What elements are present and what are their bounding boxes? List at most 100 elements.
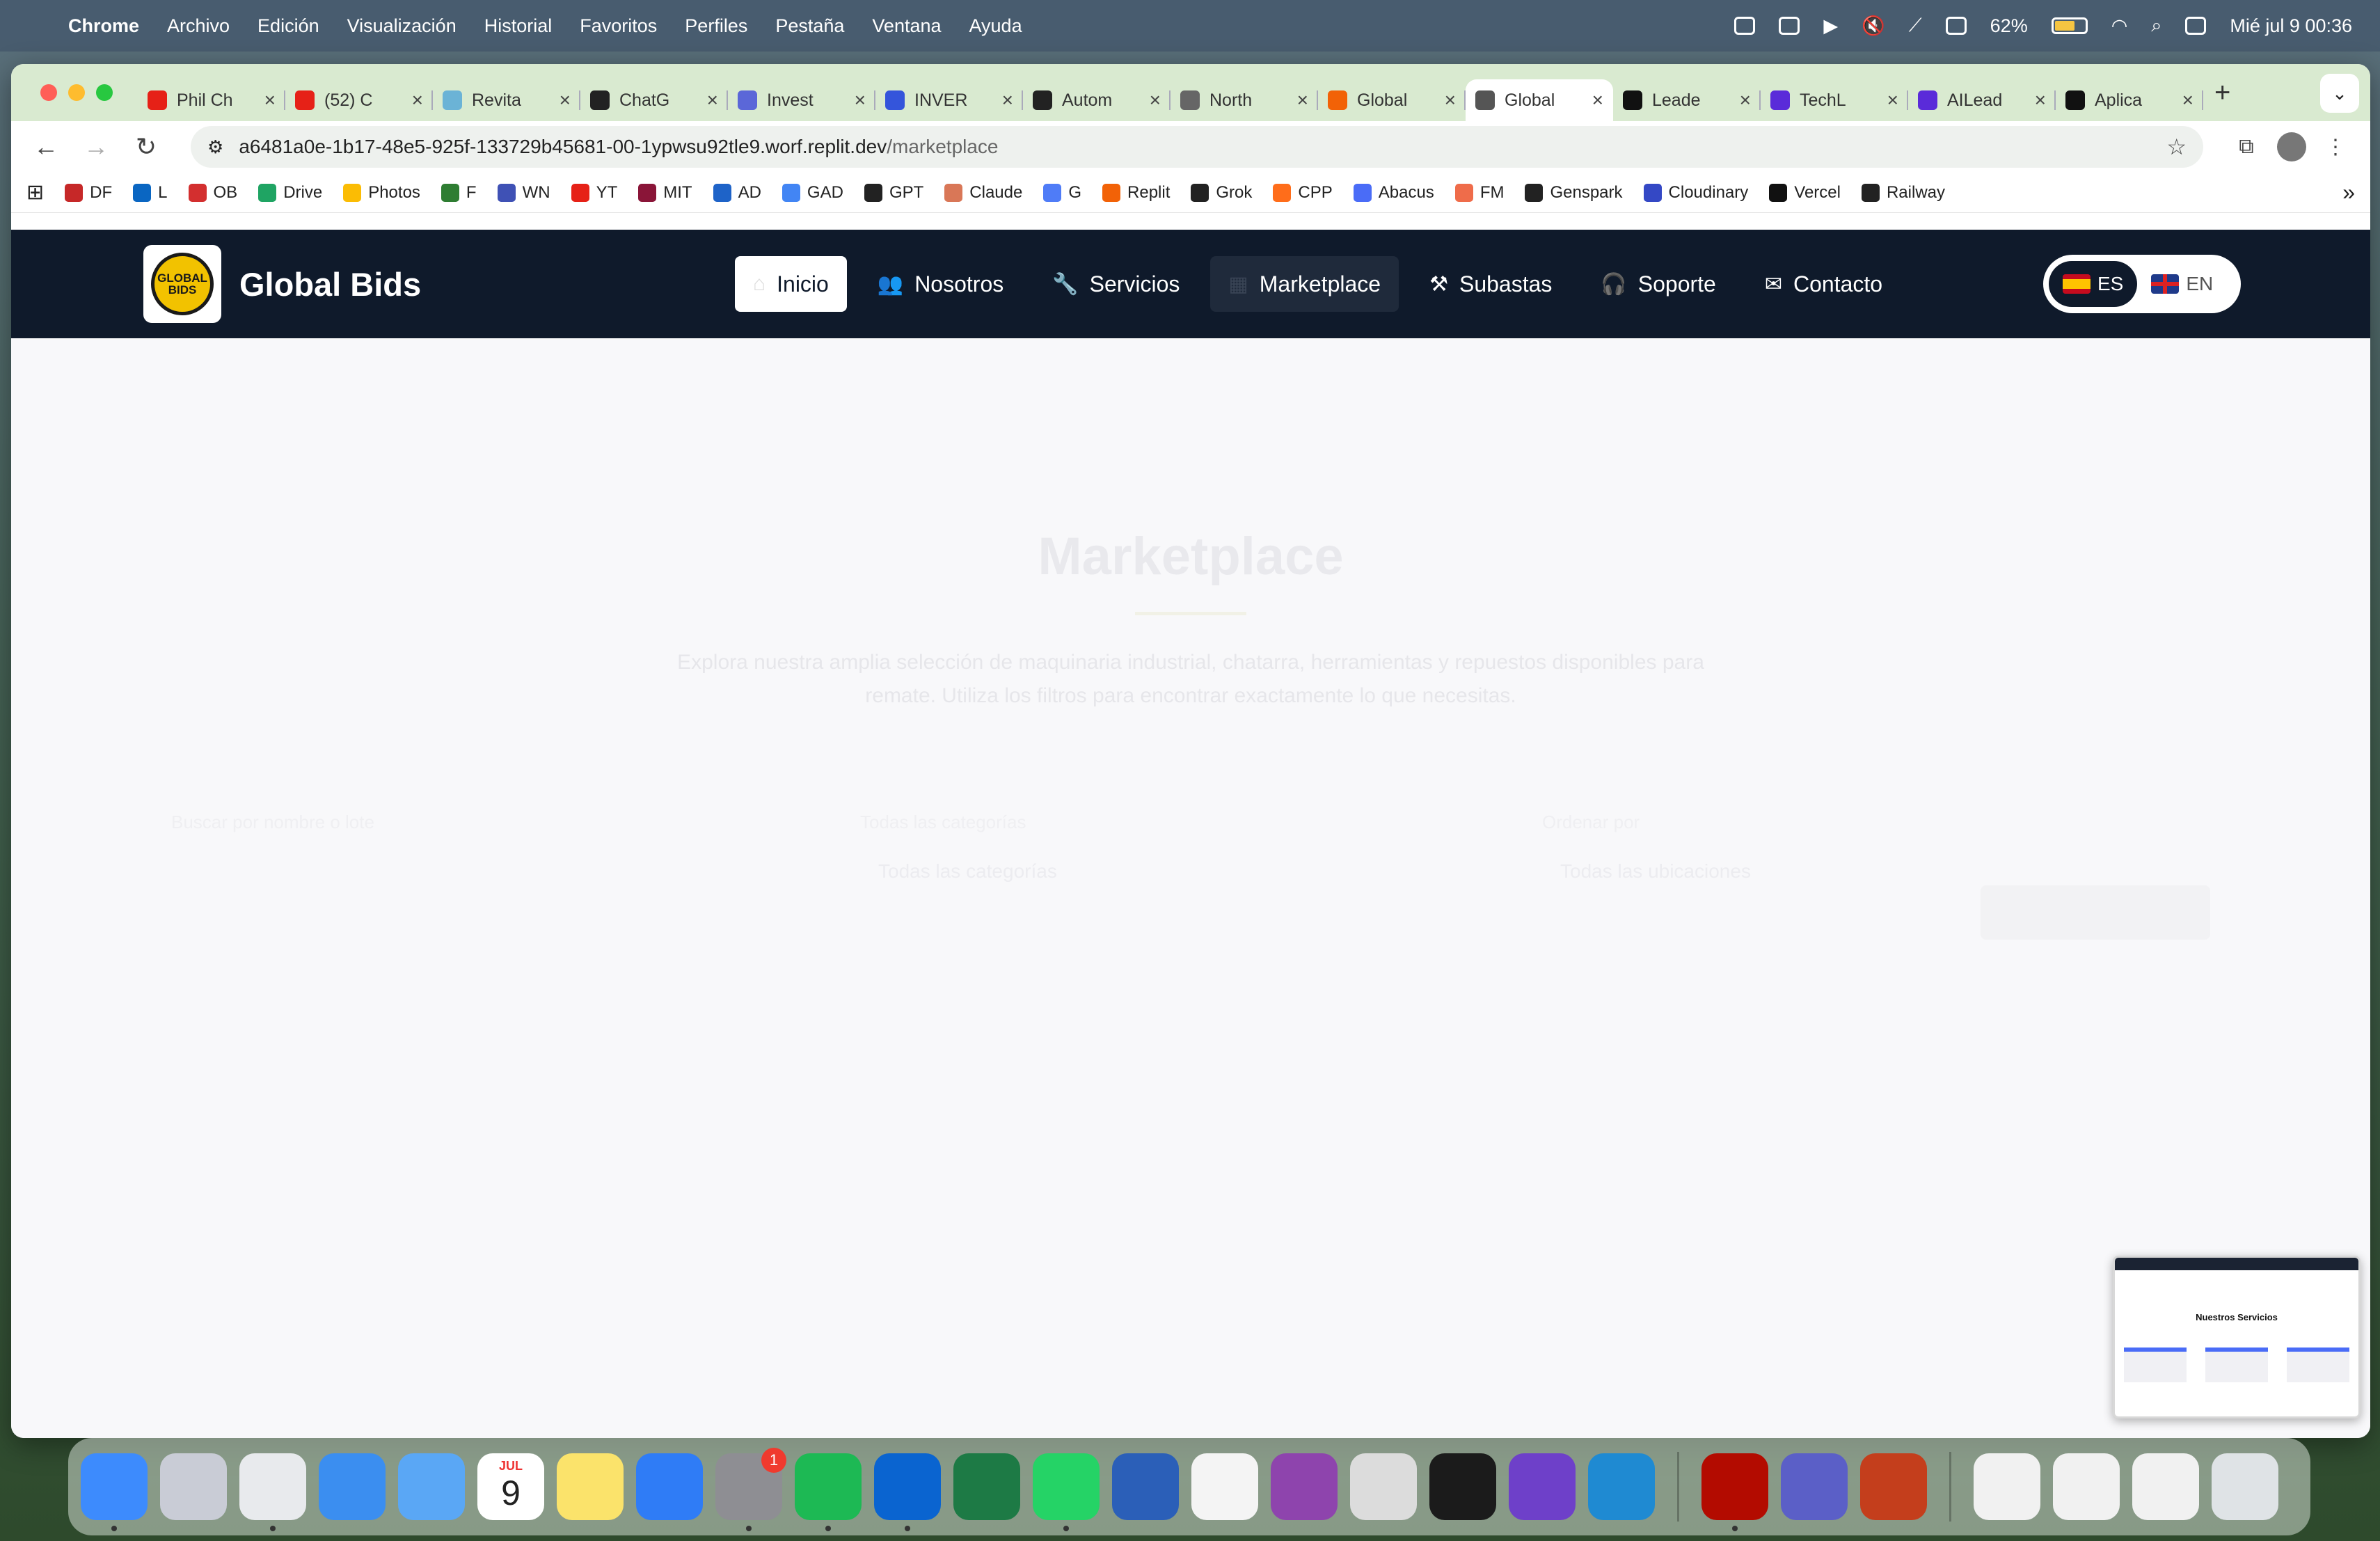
menu-historial[interactable]: Historial — [484, 15, 553, 37]
tab-1[interactable]: (52) C × — [285, 79, 433, 121]
menu-ayuda[interactable]: Ayuda — [969, 15, 1022, 37]
site-logo[interactable]: GLOBAL BIDS — [143, 245, 221, 323]
tab-10[interactable]: Leade × — [1613, 79, 1761, 121]
spotlight-search-icon[interactable]: ⌕ — [2151, 15, 2161, 37]
nav-inicio[interactable]: ⌂ Inicio — [735, 256, 847, 312]
profile-avatar[interactable] — [2277, 132, 2306, 161]
keynote-icon[interactable] — [636, 1453, 703, 1520]
bookmark-11[interactable]: GPT — [864, 183, 923, 203]
battery-percent[interactable]: 62% — [1990, 15, 2028, 37]
acrobat-icon[interactable] — [1701, 1453, 1768, 1531]
mail-icon[interactable] — [398, 1453, 465, 1520]
tab-search-chevron-icon[interactable]: ⌄ — [2320, 74, 2359, 113]
reload-icon[interactable]: ↻ — [127, 132, 166, 161]
back-arrow-icon[interactable]: ← — [26, 132, 65, 161]
nav-marketplace[interactable]: ▦ Marketplace — [1210, 256, 1399, 312]
calendar-icon[interactable]: JUL 9 — [477, 1453, 544, 1520]
phone-mirror-icon[interactable] — [1350, 1453, 1417, 1520]
bookmark-5[interactable]: F — [441, 183, 477, 203]
close-tab-icon[interactable]: × — [1150, 89, 1161, 111]
replit-icon[interactable] — [1429, 1453, 1496, 1520]
screenshot-stack-icon[interactable] — [2053, 1453, 2120, 1520]
finder-icon[interactable] — [81, 1453, 148, 1531]
word-icon[interactable] — [1112, 1453, 1179, 1520]
menu-perfiles[interactable]: Perfiles — [685, 15, 747, 37]
circle-app-icon[interactable] — [1271, 1453, 1338, 1520]
tab-7[interactable]: North × — [1171, 79, 1318, 121]
close-tab-icon[interactable]: × — [1297, 89, 1308, 111]
tab-13[interactable]: Aplica × — [2056, 79, 2203, 121]
wifi-icon[interactable]: ◠ — [2111, 15, 2128, 37]
control-center-icon[interactable] — [2185, 17, 2207, 35]
zoom-window-button[interactable] — [96, 84, 113, 101]
lang-es-button[interactable]: ES — [2049, 261, 2138, 307]
new-tab-button[interactable]: + — [2214, 77, 2230, 109]
category-select[interactable]: Todas las categorías — [878, 860, 1057, 883]
display-icon[interactable] — [1945, 17, 1967, 35]
bookmark-1[interactable]: L — [133, 183, 168, 203]
mute-icon[interactable]: 🔇 — [1862, 15, 1885, 37]
pen-off-icon[interactable]: ⟋ — [1909, 15, 1922, 37]
clock[interactable]: Mié jul 9 00:36 — [2230, 15, 2352, 37]
spotify-icon[interactable] — [795, 1453, 862, 1531]
lang-en-button[interactable]: EN — [2137, 261, 2227, 307]
bookmark-2[interactable]: OB — [188, 183, 237, 203]
close-window-button[interactable] — [40, 84, 57, 101]
menu-archivo[interactable]: Archivo — [167, 15, 230, 37]
menu-favoritos[interactable]: Favoritos — [580, 15, 657, 37]
close-tab-icon[interactable]: × — [1002, 89, 1013, 111]
bookmark-12[interactable]: Claude — [944, 183, 1022, 203]
calendar-31-icon[interactable] — [1191, 1453, 1258, 1520]
close-tab-icon[interactable]: × — [1887, 89, 1898, 111]
tab-3[interactable]: ChatG × — [580, 79, 728, 121]
play-status-icon[interactable]: ▶ — [1823, 15, 1838, 37]
menu-pestana[interactable]: Pestaña — [775, 15, 844, 37]
nav-nosotros[interactable]: 👥 Nosotros — [859, 256, 1022, 312]
drive-status-icon[interactable] — [1779, 17, 1800, 35]
close-tab-icon[interactable]: × — [412, 89, 423, 111]
close-tab-icon[interactable]: × — [1740, 89, 1751, 111]
menu-ventana[interactable]: Ventana — [872, 15, 941, 37]
tab-11[interactable]: TechL × — [1761, 79, 1908, 121]
nav-subastas[interactable]: ⚒ Subastas — [1411, 256, 1570, 312]
forward-arrow-icon[interactable]: → — [77, 132, 116, 161]
close-tab-icon[interactable]: × — [1592, 89, 1603, 111]
menu-edicion[interactable]: Edición — [257, 15, 319, 37]
close-tab-icon[interactable]: × — [560, 89, 571, 111]
bookmark-18[interactable]: FM — [1454, 183, 1504, 203]
bookmark-20[interactable]: Cloudinary — [1643, 183, 1748, 203]
bookmark-15[interactable]: Grok — [1191, 183, 1252, 203]
chrome-icon[interactable] — [239, 1453, 306, 1531]
outlook-status-icon[interactable] — [1734, 17, 1756, 35]
excel-icon[interactable] — [953, 1453, 1020, 1520]
brand-name[interactable]: Global Bids — [239, 265, 421, 303]
tab-0[interactable]: Phil Ch × — [138, 79, 285, 121]
whatsapp-icon[interactable] — [1033, 1453, 1100, 1531]
extensions-puzzle-icon[interactable]: ⧉ — [2227, 135, 2266, 159]
tab-5[interactable]: INVER × — [875, 79, 1023, 121]
close-tab-icon[interactable]: × — [2182, 89, 2193, 111]
bookmark-17[interactable]: Abacus — [1353, 183, 1434, 203]
github-icon[interactable] — [1509, 1453, 1576, 1520]
close-tab-icon[interactable]: × — [2035, 89, 2046, 111]
bookmark-16[interactable]: CPP — [1273, 183, 1333, 203]
bookmark-3[interactable]: Drive — [258, 183, 322, 203]
bookmark-0[interactable]: DF — [65, 183, 112, 203]
apps-grid-icon[interactable]: ⊞ — [26, 180, 44, 205]
chrome-menu-icon[interactable]: ⋮ — [2316, 135, 2355, 159]
vscode-icon[interactable] — [1588, 1453, 1655, 1520]
nav-servicios[interactable]: 🔧 Servicios — [1034, 256, 1198, 312]
menu-chrome[interactable]: Chrome — [68, 15, 139, 37]
bookmark-21[interactable]: Vercel — [1769, 183, 1841, 203]
site-info-icon[interactable]: ⚙ — [207, 136, 223, 158]
location-select[interactable]: Todas las ubicaciones — [1560, 860, 1751, 883]
bookmark-9[interactable]: AD — [713, 183, 761, 203]
tab-6[interactable]: Autom × — [1023, 79, 1171, 121]
bookmark-4[interactable]: Photos — [343, 183, 420, 203]
minimize-window-button[interactable] — [68, 84, 85, 101]
bookmark-6[interactable]: WN — [497, 183, 550, 203]
bookmark-13[interactable]: G — [1043, 183, 1081, 203]
apply-filters-button[interactable] — [1981, 885, 2210, 940]
bookmark-7[interactable]: YT — [571, 183, 617, 203]
settings-icon[interactable]: 1 — [715, 1448, 786, 1531]
